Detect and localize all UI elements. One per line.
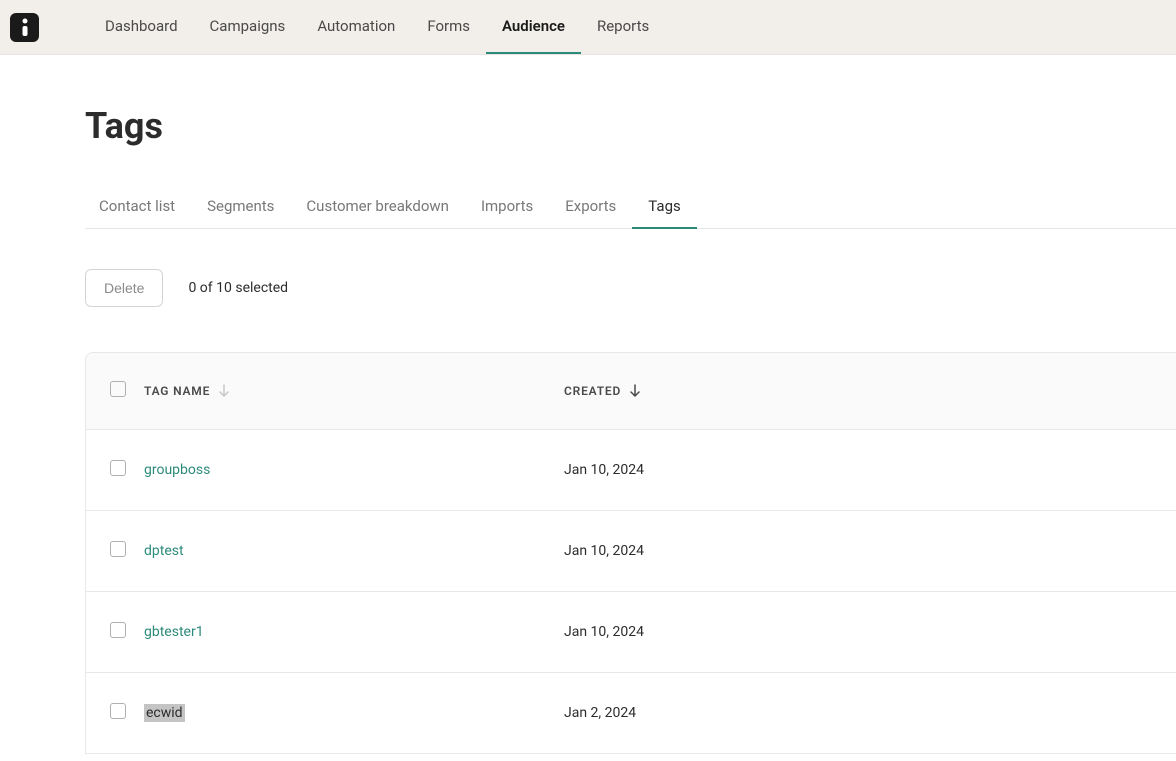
header-created-label: CREATED: [564, 384, 621, 398]
select-all-checkbox[interactable]: [110, 381, 126, 397]
row-name-col: gbtester1: [144, 624, 564, 640]
row-created-col: Jan 10, 2024: [564, 624, 1152, 640]
header-created-col[interactable]: CREATED: [564, 384, 1152, 398]
row-created-col: Jan 10, 2024: [564, 543, 1152, 559]
row-created-col: Jan 2, 2024: [564, 705, 1152, 721]
tag-name-link[interactable]: groupboss: [144, 462, 210, 478]
nav-item-dashboard[interactable]: Dashboard: [89, 0, 194, 54]
logo[interactable]: [10, 13, 39, 42]
table-row: gbtester1 Jan 10, 2024: [86, 592, 1176, 673]
row-created-col: Jan 10, 2024: [564, 462, 1152, 478]
sub-tab-tags[interactable]: Tags: [632, 197, 696, 229]
row-checkbox[interactable]: [110, 703, 126, 719]
tag-name-link[interactable]: dptest: [144, 543, 184, 559]
nav-item-reports[interactable]: Reports: [581, 0, 665, 54]
nav-item-audience[interactable]: Audience: [486, 0, 581, 54]
created-date: Jan 10, 2024: [564, 462, 644, 478]
nav-items: DashboardCampaignsAutomationFormsAudienc…: [89, 0, 665, 54]
arrow-down-icon: [218, 384, 230, 398]
top-nav: DashboardCampaignsAutomationFormsAudienc…: [0, 0, 1176, 55]
table-row: dptest Jan 10, 2024: [86, 511, 1176, 592]
page-title: Tags: [85, 105, 1176, 147]
row-name-col: groupboss: [144, 462, 564, 478]
row-checkbox-col: [110, 622, 144, 642]
created-date: Jan 10, 2024: [564, 543, 644, 559]
nav-item-forms[interactable]: Forms: [411, 0, 486, 54]
tag-name-link[interactable]: gbtester1: [144, 624, 204, 640]
tags-table: TAG NAME CREATED groupbossJan 10, 2024dp…: [85, 352, 1176, 754]
table-body: groupbossJan 10, 2024dptestJan 10, 2024g…: [86, 430, 1176, 753]
table-row: ecwid Jan 2, 2024: [86, 673, 1176, 753]
row-checkbox[interactable]: [110, 460, 126, 476]
header-name-col[interactable]: TAG NAME: [144, 384, 564, 398]
row-name-col: ecwid: [144, 704, 564, 722]
row-checkbox[interactable]: [110, 622, 126, 638]
header-checkbox-col: [110, 381, 144, 401]
sub-tab-customer-breakdown[interactable]: Customer breakdown: [290, 197, 465, 229]
header-name-label: TAG NAME: [144, 384, 210, 398]
selection-count: 0 of 10 selected: [188, 280, 288, 296]
sub-tabs: Contact listSegmentsCustomer breakdownIm…: [85, 197, 1176, 229]
table-row: groupboss Jan 10, 2024: [86, 430, 1176, 511]
sub-tab-imports[interactable]: Imports: [465, 197, 549, 229]
row-checkbox-col: [110, 460, 144, 480]
logo-icon: [18, 18, 32, 36]
row-checkbox-col: [110, 541, 144, 561]
tag-name-link[interactable]: ecwid: [144, 704, 185, 722]
sub-tab-segments[interactable]: Segments: [191, 197, 290, 229]
arrow-down-icon: [629, 384, 641, 398]
action-bar: Delete 0 of 10 selected: [85, 269, 1176, 307]
sub-tab-contact-list[interactable]: Contact list: [85, 197, 191, 229]
row-checkbox-col: [110, 703, 144, 723]
delete-button[interactable]: Delete: [85, 269, 163, 307]
row-checkbox[interactable]: [110, 541, 126, 557]
created-date: Jan 10, 2024: [564, 624, 644, 640]
content: Tags Contact listSegmentsCustomer breakd…: [0, 55, 1176, 754]
created-date: Jan 2, 2024: [564, 705, 636, 721]
sub-tab-exports[interactable]: Exports: [549, 197, 632, 229]
row-name-col: dptest: [144, 543, 564, 559]
table-header: TAG NAME CREATED: [86, 353, 1176, 430]
nav-item-automation[interactable]: Automation: [301, 0, 411, 54]
nav-item-campaigns[interactable]: Campaigns: [194, 0, 302, 54]
